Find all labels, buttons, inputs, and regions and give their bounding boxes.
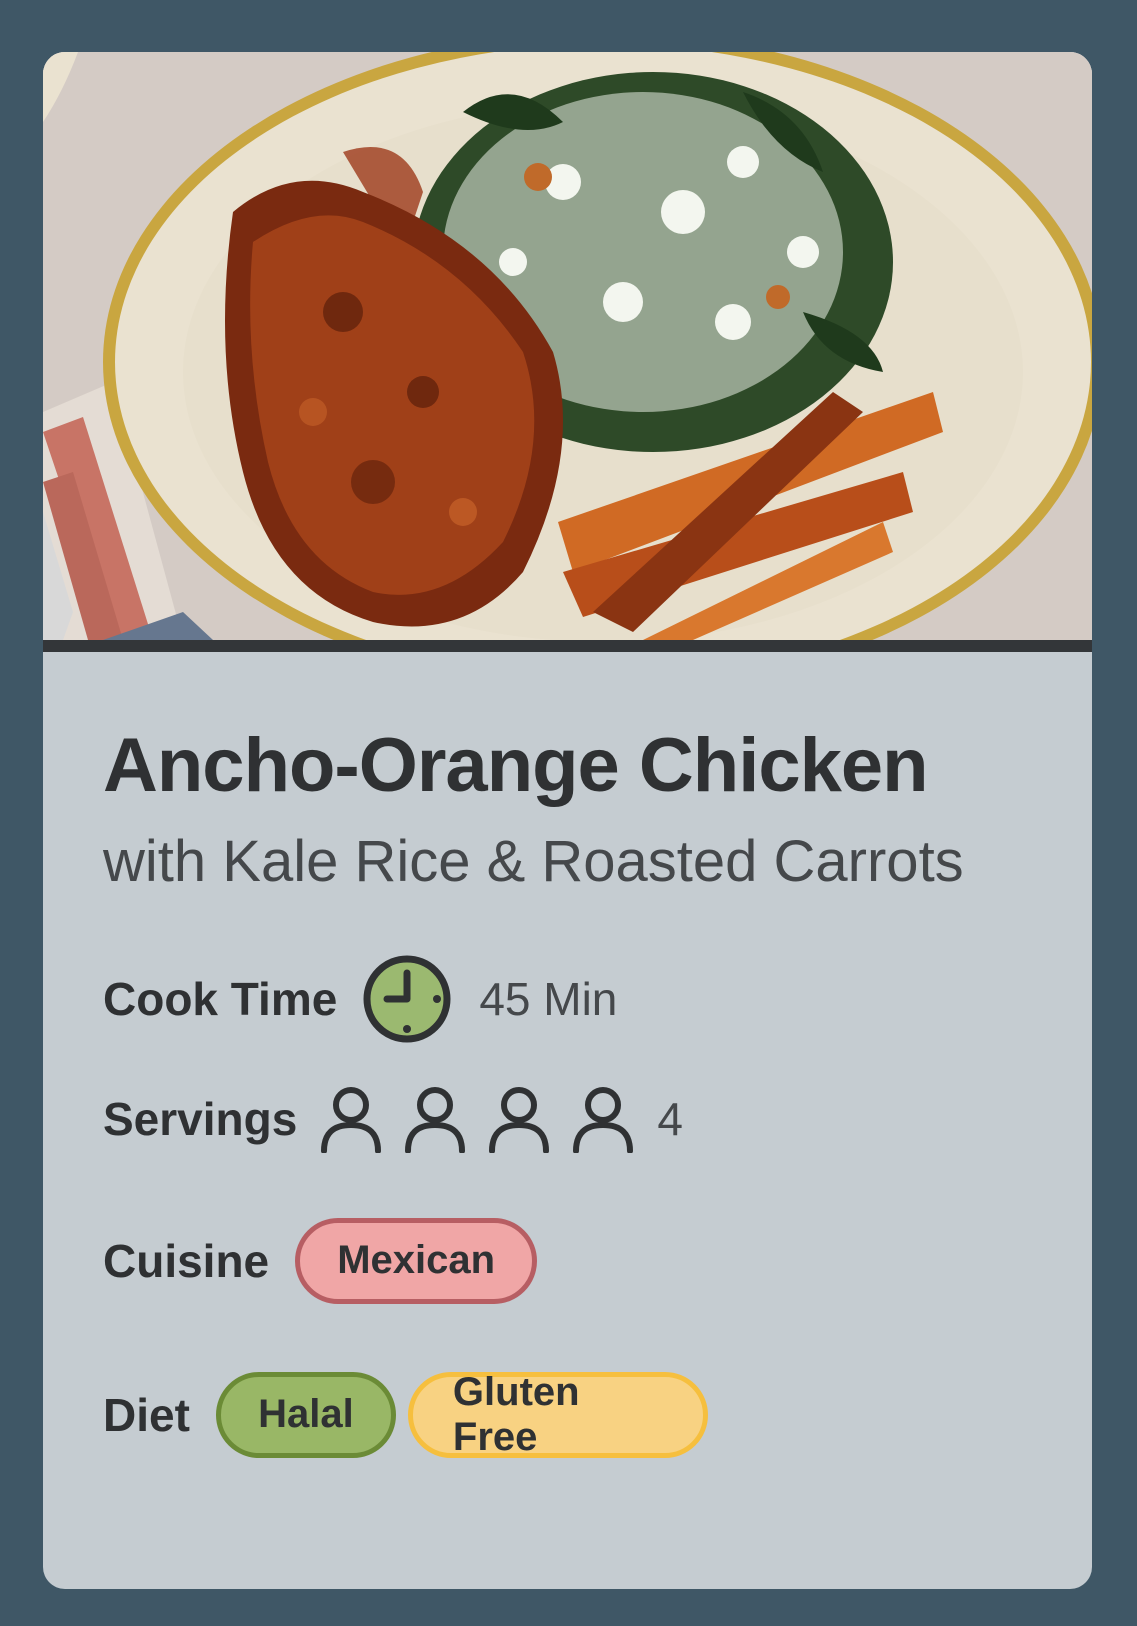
- person-icon: [321, 1086, 382, 1153]
- servings-row: Servings 4: [103, 1083, 1092, 1155]
- photo-divider: [43, 640, 1092, 652]
- servings-icons: [319, 1085, 635, 1153]
- cuisine-tag-mexican[interactable]: Mexican: [295, 1217, 538, 1304]
- clock-icon: [361, 953, 453, 1045]
- recipe-details: Ancho-Orange Chicken with Kale Rice & Ro…: [43, 652, 1092, 1459]
- person-icon: [489, 1086, 550, 1153]
- diet-label: Diet: [103, 1388, 190, 1441]
- person-icon: [573, 1086, 634, 1153]
- cook-time-label: Cook Time: [103, 972, 338, 1025]
- recipe-subtitle: with Kale Rice & Roasted Carrots: [103, 829, 964, 894]
- diet-row: Diet Halal Gluten Free: [103, 1370, 1092, 1459]
- diet-tag-halal[interactable]: Halal: [215, 1371, 396, 1458]
- diet-tag-gluten-free[interactable]: Gluten Free: [407, 1370, 708, 1459]
- recipe-title: Ancho-Orange Chicken: [103, 723, 929, 808]
- cuisine-label: Cuisine: [103, 1234, 270, 1287]
- cook-time-value: 45 Min: [479, 972, 618, 1025]
- cuisine-row: Cuisine Mexican: [103, 1217, 1092, 1305]
- cook-time-row: Cook Time 45 Min: [103, 953, 1092, 1045]
- recipe-photo: [43, 52, 1092, 640]
- person-icon: [405, 1086, 466, 1153]
- servings-value: 4: [657, 1092, 683, 1145]
- servings-label: Servings: [103, 1092, 298, 1145]
- recipe-card[interactable]: Ancho-Orange Chicken with Kale Rice & Ro…: [43, 52, 1092, 1589]
